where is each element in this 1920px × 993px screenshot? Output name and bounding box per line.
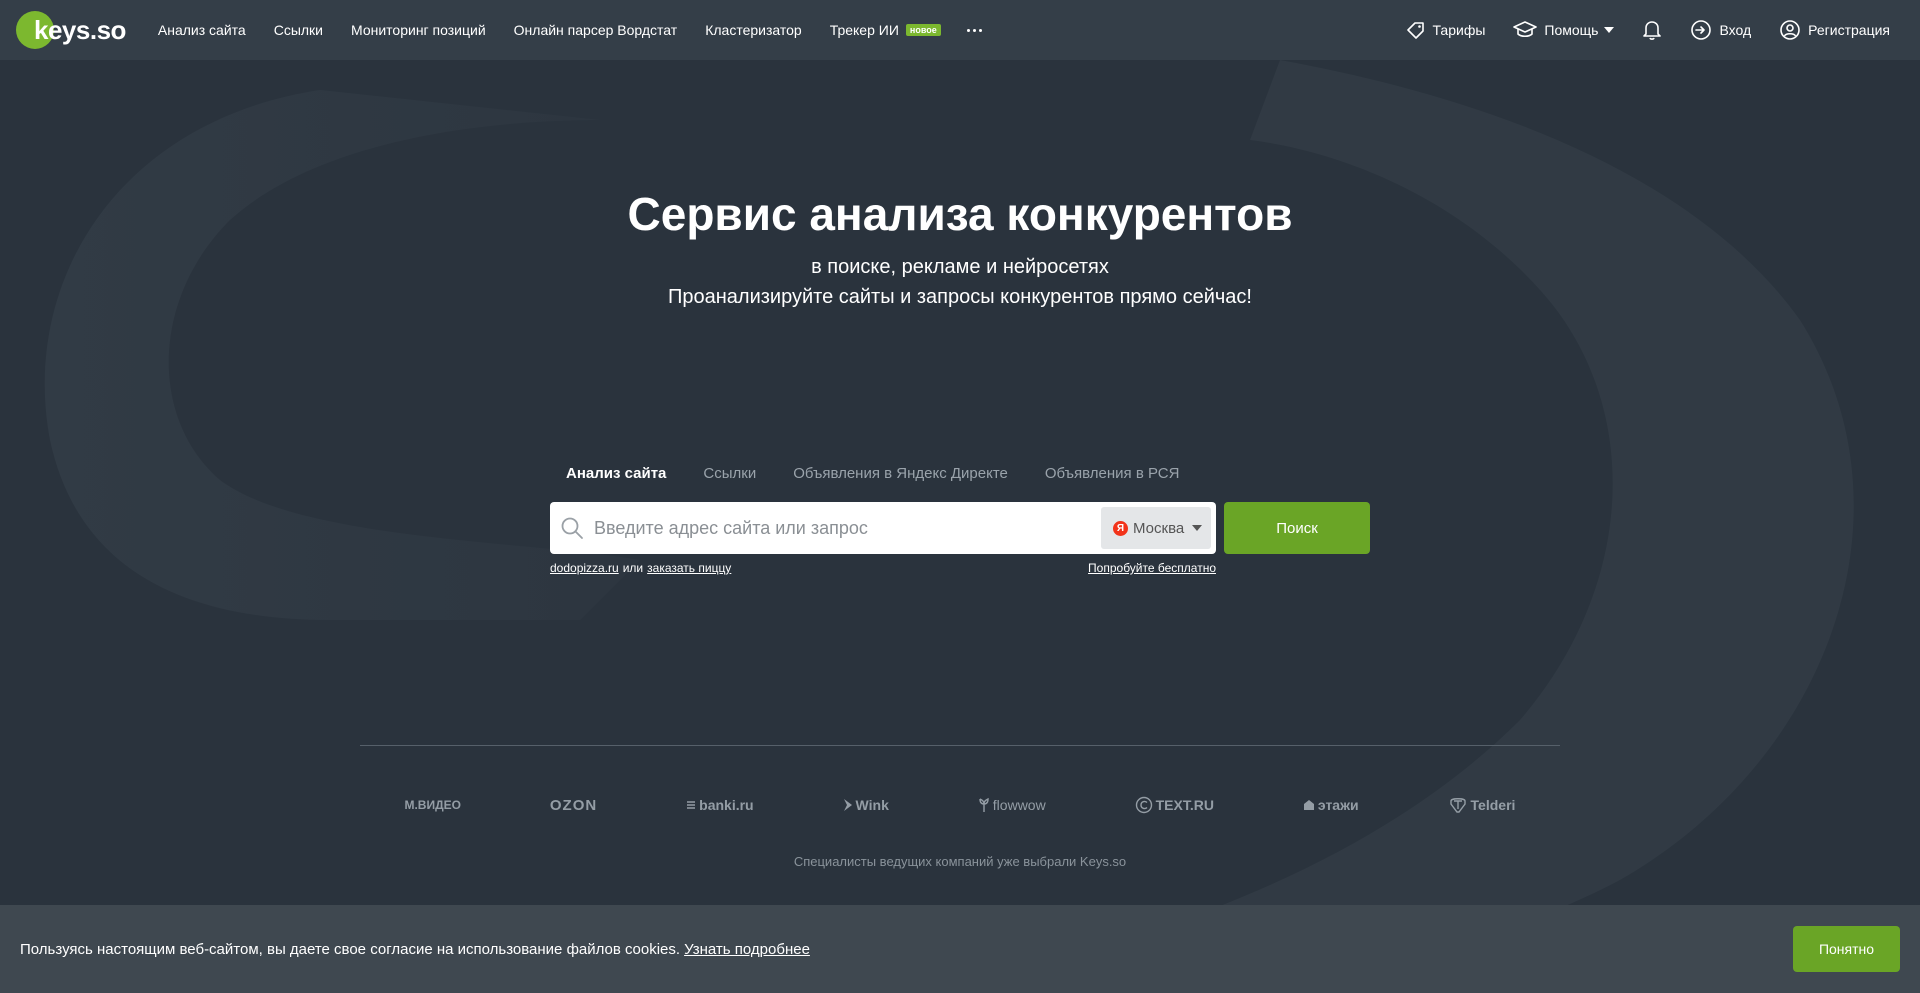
flower-icon xyxy=(978,797,990,813)
cookie-text: Пользуясь настоящим веб-сайтом, вы даете… xyxy=(20,941,810,958)
bell-icon xyxy=(1642,19,1662,41)
client-logo-telderi: Telderi xyxy=(1448,795,1515,815)
logo[interactable]: keys.so xyxy=(16,0,126,60)
help-menu[interactable]: Помощь xyxy=(1513,21,1615,39)
hint-example-query[interactable]: заказать пиццу xyxy=(647,561,731,575)
tab-rsya-ads[interactable]: Объявления в РСЯ xyxy=(1045,465,1180,482)
login-icon xyxy=(1690,19,1712,41)
client-logo-mvideo: М.ВИДЕО xyxy=(404,798,461,812)
nav-item-site-analysis[interactable]: Анализ сайта xyxy=(158,22,246,38)
more-dots-icon[interactable] xyxy=(966,20,982,40)
client-logo-etazhi: этажи xyxy=(1303,797,1359,813)
tab-yandex-direct-ads[interactable]: Объявления в Яндекс Директе xyxy=(793,465,1008,482)
tab-links[interactable]: Ссылки xyxy=(703,465,756,482)
region-value: Москва xyxy=(1133,519,1185,537)
cookie-banner: Пользуясь настоящим веб-сайтом, вы даете… xyxy=(0,905,1920,993)
nav-item-clusterizer[interactable]: Кластеризатор xyxy=(705,22,801,38)
region-select[interactable]: Я Москва xyxy=(1101,507,1211,549)
banki-icon xyxy=(686,800,696,810)
divider xyxy=(360,745,1560,746)
nav-item-links[interactable]: Ссылки xyxy=(274,22,323,38)
client-logos: М.ВИДЕО OZON banki.ru Wink flowwow TEXT.… xyxy=(360,795,1560,815)
yandex-icon: Я xyxy=(1113,520,1128,536)
hint-or: или xyxy=(622,561,644,575)
page-title: Сервис анализа конкурентов xyxy=(627,188,1293,240)
new-badge: новое xyxy=(905,24,941,36)
cookie-message: Пользуясь настоящим веб-сайтом, вы даете… xyxy=(20,940,681,958)
notifications-button[interactable] xyxy=(1642,19,1662,41)
telderi-icon xyxy=(1448,795,1468,815)
login-link[interactable]: Вход xyxy=(1690,19,1751,41)
main-nav: Анализ сайта Ссылки Мониторинг позиций О… xyxy=(144,20,982,40)
client-logo-ozon: OZON xyxy=(549,796,598,814)
chevron-down-icon xyxy=(1604,27,1615,33)
login-label: Вход xyxy=(1719,22,1752,38)
nav-item-wordstat-parser[interactable]: Онлайн парсер Вордстат xyxy=(514,22,678,38)
search-block: Анализ сайта Ссылки Объявления в Яндекс … xyxy=(550,465,1370,575)
register-label: Регистрация xyxy=(1808,22,1890,38)
wink-icon xyxy=(843,798,853,812)
clients-caption: Специалисты ведущих компаний уже выбрали… xyxy=(793,854,1127,869)
client-logo-wink: Wink xyxy=(843,797,889,813)
try-free-link[interactable]: Попробуйте бесплатно xyxy=(1088,561,1216,575)
user-icon xyxy=(1779,19,1801,41)
client-logo-textru: TEXT.RU xyxy=(1135,796,1214,814)
nav-item-ai-tracker[interactable]: Трекер ИИ новое xyxy=(830,22,941,38)
client-logo-flowwow: flowwow xyxy=(978,797,1046,813)
user-nav: Тарифы Помощь Вход Регистрация xyxy=(1392,19,1905,41)
tag-icon xyxy=(1406,21,1426,39)
tariffs-link[interactable]: Тарифы xyxy=(1406,21,1486,39)
hero-subtitle: в поиске, рекламе и нейросетях xyxy=(811,256,1109,278)
nav-item-ai-tracker-label: Трекер ИИ xyxy=(829,22,899,38)
register-link[interactable]: Регистрация xyxy=(1779,19,1890,41)
logo-text: keys.so xyxy=(34,14,126,45)
hero-call-to-action: Проанализируйте сайты и запросы конкурен… xyxy=(667,286,1252,308)
search-row: Я Москва Поиск xyxy=(550,502,1370,554)
help-label: Помощь xyxy=(1544,22,1599,38)
cookie-learn-more-link[interactable]: Узнать подробнее xyxy=(684,941,810,958)
top-navigation: keys.so Анализ сайта Ссылки Мониторинг п… xyxy=(0,0,1920,60)
graduation-cap-icon xyxy=(1513,21,1538,39)
search-box: Я Москва xyxy=(550,502,1216,554)
house-icon xyxy=(1303,799,1315,811)
cookie-accept-button[interactable]: Понятно xyxy=(1793,926,1900,972)
search-input[interactable] xyxy=(594,517,1094,539)
search-hints: dodopizza.ru или заказать пиццу Попробуй… xyxy=(550,561,1216,575)
search-tabs: Анализ сайта Ссылки Объявления в Яндекс … xyxy=(550,465,1370,482)
nav-item-position-monitoring[interactable]: Мониторинг позиций xyxy=(351,22,486,38)
search-icon xyxy=(560,516,584,540)
chevron-down-icon xyxy=(1192,525,1203,531)
tariffs-label: Тарифы xyxy=(1432,22,1486,38)
search-button[interactable]: Поиск xyxy=(1224,502,1370,554)
hint-example-site[interactable]: dodopizza.ru xyxy=(550,561,619,575)
copyright-icon xyxy=(1135,796,1153,814)
client-logo-banki: banki.ru xyxy=(686,797,754,813)
tab-site-analysis[interactable]: Анализ сайта xyxy=(566,465,666,482)
hero: Сервис анализа конкурентов в поиске, рек… xyxy=(0,185,1920,311)
